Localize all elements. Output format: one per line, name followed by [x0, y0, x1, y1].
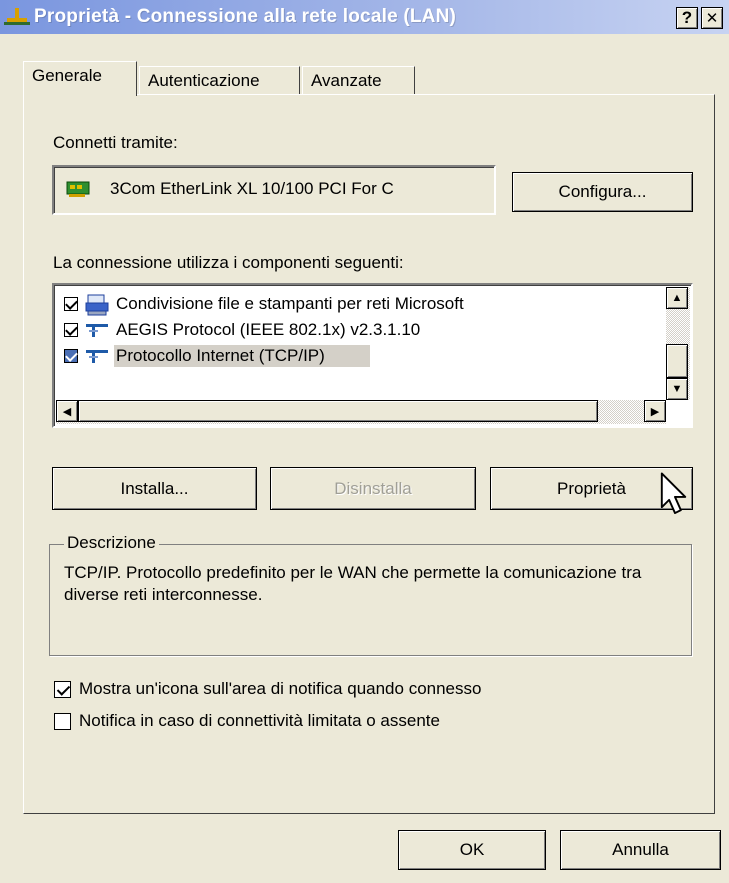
close-icon: ✕: [705, 10, 719, 27]
adapter-name: 3Com EtherLink XL 10/100 PCI For C: [110, 179, 394, 198]
component-checkbox[interactable]: [64, 323, 78, 337]
show-icon-checkbox[interactable]: [54, 680, 71, 698]
arrow-right-icon: ▶: [650, 405, 660, 418]
tab-label: Generale: [32, 66, 102, 85]
tab-label: Autenticazione: [148, 71, 260, 90]
arrow-left-icon: ◀: [62, 405, 72, 418]
components-label: La connessione utilizza i componenti seg…: [53, 253, 404, 272]
network-protocol-icon: [84, 346, 110, 366]
install-button-label: Installa...: [120, 478, 189, 498]
list-item[interactable]: AEGIS Protocol (IEEE 802.1x) v2.3.1.10: [64, 317, 422, 343]
printer-share-icon: [84, 294, 110, 316]
scroll-left-button[interactable]: ◀: [56, 400, 78, 422]
arrow-down-icon: ▼: [671, 383, 683, 395]
cancel-button-label: Annulla: [612, 840, 669, 859]
ok-button-label: OK: [459, 840, 485, 859]
network-card-icon: [66, 181, 90, 197]
notify-option[interactable]: Notifica in caso di connettività limitat…: [54, 711, 440, 731]
horizontal-scrollbar[interactable]: ◀ ▶: [56, 400, 666, 424]
network-connection-icon: [4, 4, 30, 30]
adapter-box: 3Com EtherLink XL 10/100 PCI For C: [52, 165, 496, 215]
component-checkbox[interactable]: [64, 349, 78, 363]
vertical-scrollbar[interactable]: ▲ ▼: [666, 287, 690, 400]
notify-label: Notifica in caso di connettività limitat…: [79, 711, 440, 730]
scroll-down-button[interactable]: ▼: [666, 378, 688, 400]
install-button[interactable]: Installa...: [52, 467, 257, 510]
scroll-right-button[interactable]: ▶: [644, 400, 666, 422]
scroll-thumb[interactable]: [666, 344, 688, 378]
component-label: Protocollo Internet (TCP/IP): [114, 345, 370, 367]
connect-via-label: Connetti tramite:: [53, 133, 178, 152]
cancel-button[interactable]: Annulla: [560, 830, 721, 870]
tab-avanzate[interactable]: Avanzate: [302, 66, 415, 94]
component-label: AEGIS Protocol (IEEE 802.1x) v2.3.1.10: [116, 320, 421, 339]
title-bar[interactable]: Proprietà - Connessione alla rete locale…: [0, 0, 729, 34]
mouse-cursor-icon: [660, 472, 687, 515]
notify-checkbox[interactable]: [54, 712, 71, 730]
component-label: Condivisione file e stampanti per reti M…: [116, 294, 464, 313]
tab-autenticazione[interactable]: Autenticazione: [139, 66, 300, 94]
components-list[interactable]: Condivisione file e stampanti per reti M…: [52, 283, 693, 428]
uninstall-button-label: Disinstalla: [334, 478, 412, 498]
configure-button-label: Configura...: [558, 182, 647, 201]
description-title: Descrizione: [64, 533, 159, 553]
scroll-thumb-horizontal[interactable]: [78, 400, 598, 422]
scroll-up-button[interactable]: ▲: [666, 287, 688, 309]
help-button[interactable]: ?: [676, 7, 698, 29]
component-checkbox[interactable]: [64, 297, 78, 311]
description-text: TCP/IP. Protocollo predefinito per le WA…: [64, 563, 642, 604]
window-title: Proprietà - Connessione alla rete locale…: [34, 6, 457, 27]
uninstall-button[interactable]: Disinstalla: [270, 467, 476, 510]
network-protocol-icon: [84, 320, 110, 340]
show-icon-label: Mostra un'icona sull'area di notifica qu…: [79, 679, 482, 698]
list-item[interactable]: Condivisione file e stampanti per reti M…: [64, 291, 466, 317]
tab-label: Avanzate: [311, 71, 382, 90]
show-icon-option[interactable]: Mostra un'icona sull'area di notifica qu…: [54, 679, 481, 699]
properties-button-label: Proprietà: [557, 478, 626, 498]
close-button[interactable]: ✕: [701, 7, 723, 29]
configure-button[interactable]: Configura...: [512, 172, 693, 212]
tab-generale[interactable]: Generale: [23, 61, 137, 96]
list-item[interactable]: Protocollo Internet (TCP/IP): [64, 343, 370, 369]
arrow-up-icon: ▲: [671, 292, 683, 304]
ok-button[interactable]: OK: [398, 830, 546, 870]
